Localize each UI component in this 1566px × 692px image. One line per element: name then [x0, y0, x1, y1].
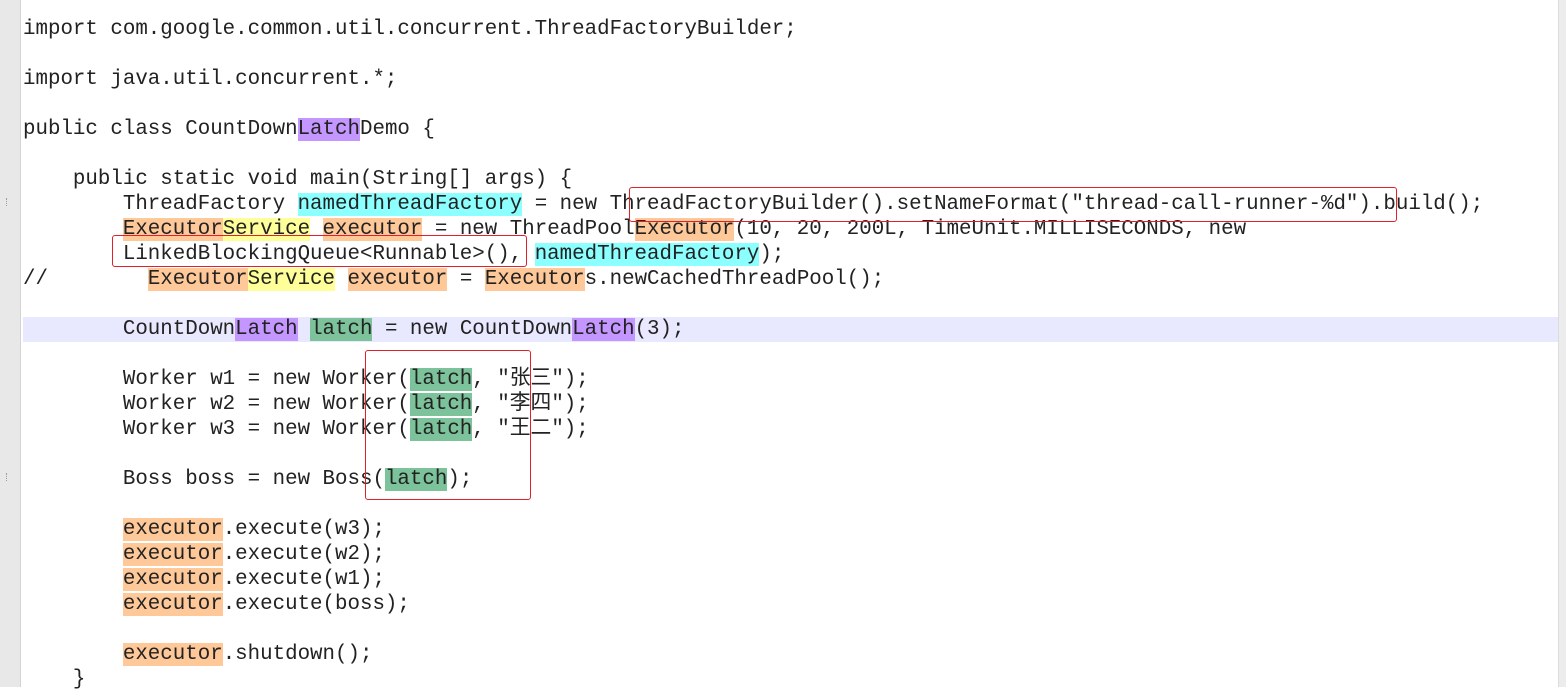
code-line[interactable]: executor.execute(w3);	[23, 517, 1558, 542]
code-line[interactable]: Worker w1 = new Worker(latch, "张三");	[23, 367, 1558, 392]
fold-marker-icon[interactable]	[2, 473, 7, 481]
code-text: );	[447, 468, 473, 491]
code-line[interactable]: public static void main(String[] args) {	[23, 167, 1558, 192]
executor-variable-occurrence: executor	[122, 593, 223, 616]
code-text: Worker w1 = new Worker(	[23, 368, 410, 391]
code-line[interactable]: import java.util.concurrent.*;	[23, 67, 1558, 92]
code-text: = new ThreadFactoryBuilder().setNameForm…	[522, 193, 1484, 216]
editor-gutter	[0, 0, 20, 687]
latch-variable-occurrence: latch	[310, 318, 373, 341]
code-text: .execute(boss);	[222, 593, 410, 616]
code-text: , "王二");	[472, 418, 589, 441]
service-type-occurrence: Service	[222, 218, 311, 241]
executor-variable-occurrence: executor	[322, 218, 423, 241]
code-line[interactable]	[23, 142, 1558, 167]
namedThreadFactory-occurrence: namedThreadFactory	[534, 243, 760, 266]
code-line[interactable]	[23, 617, 1558, 642]
namedThreadFactory-occurrence: namedThreadFactory	[297, 193, 523, 216]
code-text: CountDown	[23, 318, 236, 341]
latch-occurrence: Latch	[572, 318, 635, 341]
code-line[interactable]: LinkedBlockingQueue<Runnable>(), namedTh…	[23, 242, 1558, 267]
code-text: Demo {	[359, 118, 435, 141]
code-text: (10, 20, 200L, TimeUnit.MILLISECONDS, ne…	[734, 218, 1247, 241]
executor-variable-occurrence: executor	[122, 643, 223, 666]
code-text: (3);	[634, 318, 685, 341]
latch-variable-occurrence: latch	[409, 368, 473, 391]
code-text: //	[23, 268, 148, 291]
executor-type-occurrence: Executor	[634, 218, 735, 241]
code-text: public static void main(String[] args) {	[23, 168, 573, 191]
code-line[interactable]: Worker w2 = new Worker(latch, "李四");	[23, 392, 1558, 417]
code-text: LinkedBlockingQueue<Runnable>(),	[23, 243, 535, 266]
code-text: s.newCachedThreadPool();	[584, 268, 885, 291]
executor-type-occurrence: Executor	[484, 268, 585, 291]
code-line[interactable]: ExecutorService executor = new ThreadPoo…	[23, 217, 1558, 242]
code-line[interactable]: executor.shutdown();	[23, 642, 1558, 667]
code-text: .shutdown();	[222, 643, 373, 666]
vertical-scrollbar[interactable]	[1558, 0, 1566, 687]
code-text: , "李四");	[472, 393, 589, 416]
code-line[interactable]: }	[23, 667, 1558, 692]
executor-variable-occurrence: executor	[122, 568, 223, 591]
executor-type-occurrence: Executor	[147, 268, 248, 291]
code-editor[interactable]: import com.google.common.util.concurrent…	[23, 17, 1558, 692]
code-line[interactable]	[23, 92, 1558, 117]
code-line[interactable]: ThreadFactory namedThreadFactory = new T…	[23, 192, 1558, 217]
code-line[interactable]: Worker w3 = new Worker(latch, "王二");	[23, 417, 1558, 442]
code-text: import com.google.common.util.concurrent…	[23, 18, 797, 41]
code-text: .execute(w3);	[222, 518, 385, 541]
fold-marker-icon[interactable]	[2, 198, 7, 206]
code-text: .execute(w2);	[222, 543, 385, 566]
code-text: .execute(w1);	[222, 568, 385, 591]
executor-variable-occurrence: executor	[122, 543, 223, 566]
code-line[interactable]: Boss boss = new Boss(latch);	[23, 467, 1558, 492]
executor-type-occurrence: Executor	[122, 218, 223, 241]
code-text: }	[23, 668, 86, 691]
code-line[interactable]: executor.execute(w2);	[23, 542, 1558, 567]
executor-variable-occurrence: executor	[347, 268, 448, 291]
code-text: Worker w2 = new Worker(	[23, 393, 410, 416]
code-line[interactable]	[23, 442, 1558, 467]
code-text: import java.util.concurrent.*;	[23, 68, 398, 91]
code-text: , "张三");	[472, 368, 589, 391]
latch-occurrence: Latch	[235, 318, 298, 341]
code-text: Boss boss = new Boss(	[23, 468, 385, 491]
code-line[interactable]: executor.execute(w1);	[23, 567, 1558, 592]
code-text: );	[759, 243, 785, 266]
latch-variable-occurrence: latch	[409, 418, 473, 441]
code-text: Worker w3 = new Worker(	[23, 418, 410, 441]
code-text: public class CountDown	[23, 118, 298, 141]
code-line-current[interactable]: CountDownLatch latch = new CountDownLatc…	[23, 317, 1558, 342]
code-line[interactable]: // ExecutorService executor = Executors.…	[23, 267, 1558, 292]
code-line[interactable]	[23, 292, 1558, 317]
latch-variable-occurrence: latch	[409, 393, 473, 416]
code-line[interactable]	[23, 492, 1558, 517]
executor-variable-occurrence: executor	[122, 518, 223, 541]
code-line[interactable]	[23, 342, 1558, 367]
code-text: ThreadFactory	[23, 193, 298, 216]
code-line[interactable]: import com.google.common.util.concurrent…	[23, 17, 1558, 42]
code-text: = new CountDown	[372, 318, 573, 341]
code-line[interactable]	[23, 42, 1558, 67]
service-type-occurrence: Service	[247, 268, 336, 291]
code-text: = new ThreadPool	[422, 218, 635, 241]
latch-occurrence: Latch	[297, 118, 360, 141]
code-line[interactable]: executor.execute(boss);	[23, 592, 1558, 617]
code-text: =	[447, 268, 485, 291]
code-line[interactable]: public class CountDownLatchDemo {	[23, 117, 1558, 142]
latch-variable-occurrence: latch	[384, 468, 448, 491]
gutter-divider	[20, 0, 21, 687]
